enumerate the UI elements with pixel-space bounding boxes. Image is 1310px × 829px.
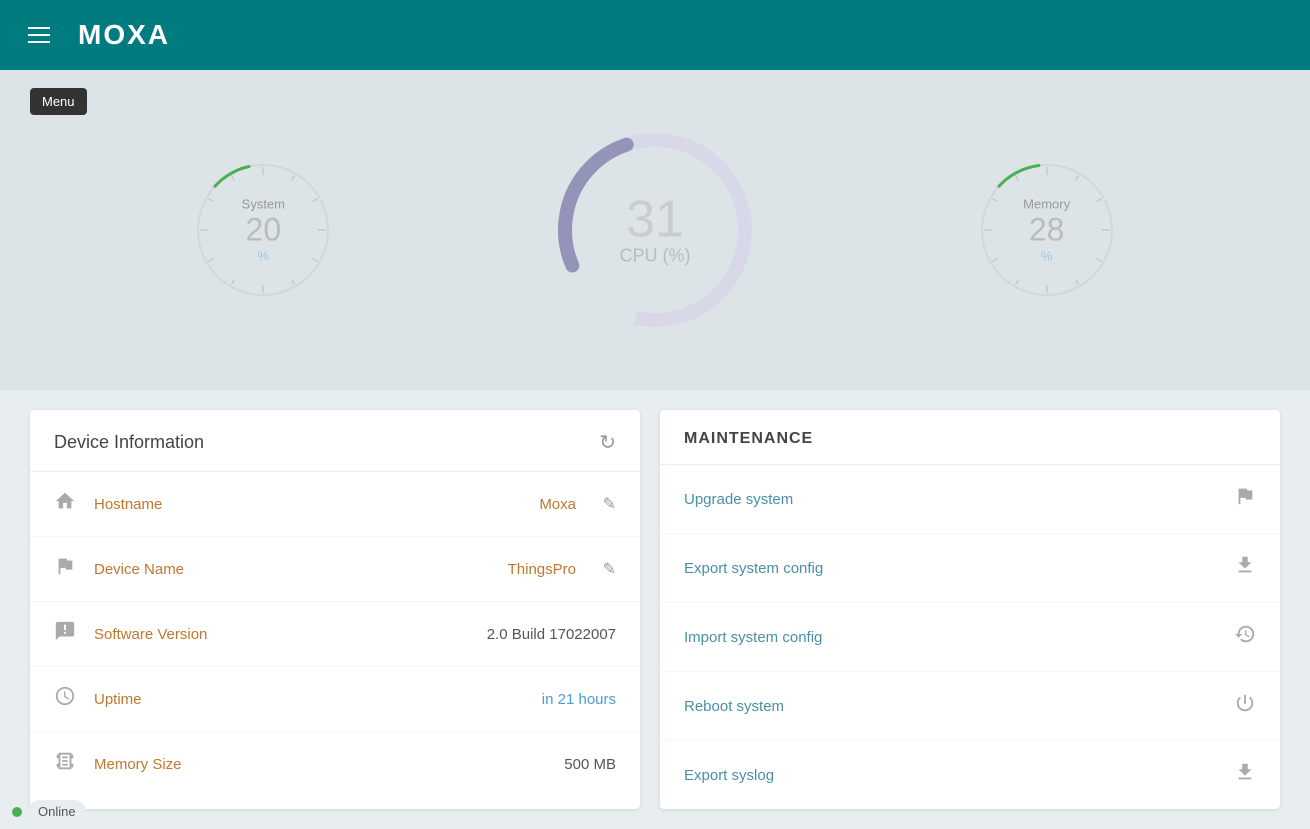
uptime-value: in 21 hours — [274, 691, 616, 708]
export-config-item[interactable]: Export system config — [660, 534, 1280, 603]
device-card-header: Device Information ↻ — [30, 410, 640, 472]
status-dot — [12, 807, 22, 817]
gauges-section: System 20 % 31 CPU (%) — [0, 70, 1310, 390]
cpu-gauge-title: CPU (%) — [619, 246, 690, 267]
software-version-row: Software Version 2.0 Build 17022007 — [30, 602, 640, 667]
memory-size-label: Memory Size — [94, 756, 274, 773]
main-content: Device Information ↻ Hostname Moxa ✎ Dev… — [0, 390, 1310, 829]
reboot-system-icon — [1234, 692, 1256, 720]
status-label: Online — [28, 800, 86, 823]
system-gauge-title: System — [242, 197, 285, 212]
software-version-icon — [54, 620, 94, 648]
memory-gauge-labels: Memory 28 % — [1023, 197, 1070, 264]
uptime-row: Uptime in 21 hours — [30, 667, 640, 732]
device-name-icon — [54, 555, 94, 583]
cpu-gauge-value: 31 — [619, 194, 690, 246]
memory-size-value: 500 MB — [274, 756, 616, 773]
cpu-gauge-labels: 31 CPU (%) — [619, 194, 690, 267]
device-name-row: Device Name ThingsPro ✎ — [30, 537, 640, 602]
upgrade-system-label: Upgrade system — [684, 491, 793, 508]
import-config-icon — [1234, 623, 1256, 651]
cpu-gauge: 31 CPU (%) — [545, 120, 765, 340]
export-syslog-item[interactable]: Export syslog — [660, 741, 1280, 809]
upgrade-system-icon — [1234, 485, 1256, 513]
reboot-system-label: Reboot system — [684, 698, 784, 715]
hostname-edit-icon[interactable]: ✎ — [586, 494, 616, 514]
software-version-value: 2.0 Build 17022007 — [274, 626, 616, 643]
hostname-value: Moxa — [274, 496, 576, 513]
uptime-label: Uptime — [94, 691, 274, 708]
header: MOXA — [0, 0, 1310, 70]
export-syslog-label: Export syslog — [684, 767, 774, 784]
memory-gauge-value: 28 — [1023, 212, 1070, 249]
device-refresh-icon[interactable]: ↻ — [599, 430, 616, 455]
export-config-icon — [1234, 554, 1256, 582]
hostname-label: Hostname — [94, 496, 274, 513]
memory-size-icon — [54, 750, 94, 778]
hamburger-menu[interactable] — [20, 19, 58, 51]
menu-tooltip: Menu — [30, 88, 87, 115]
system-gauge-unit: % — [242, 249, 285, 264]
system-gauge: System 20 % — [178, 145, 348, 315]
hostname-icon — [54, 490, 94, 518]
hostname-row: Hostname Moxa ✎ — [30, 472, 640, 537]
memory-size-row: Memory Size 500 MB — [30, 732, 640, 796]
memory-gauge-unit: % — [1023, 249, 1070, 264]
device-name-value: ThingsPro — [274, 561, 576, 578]
status-bar: Online — [0, 794, 98, 829]
device-name-edit-icon[interactable]: ✎ — [586, 559, 616, 579]
export-config-label: Export system config — [684, 560, 823, 577]
device-card-title: Device Information — [54, 432, 204, 453]
system-gauge-value: 20 — [242, 212, 285, 249]
logo: MOXA — [78, 19, 170, 51]
maintenance-card: MAINTENANCE Upgrade system Export system… — [660, 410, 1280, 809]
import-config-item[interactable]: Import system config — [660, 603, 1280, 672]
maintenance-card-header: MAINTENANCE — [660, 410, 1280, 465]
export-syslog-icon — [1234, 761, 1256, 789]
device-name-label: Device Name — [94, 561, 274, 578]
memory-gauge: Memory 28 % — [962, 145, 1132, 315]
import-config-label: Import system config — [684, 629, 822, 646]
system-gauge-labels: System 20 % — [242, 197, 285, 264]
maintenance-title: MAINTENANCE — [684, 430, 813, 448]
reboot-system-item[interactable]: Reboot system — [660, 672, 1280, 741]
software-version-label: Software Version — [94, 626, 274, 643]
memory-gauge-title: Memory — [1023, 197, 1070, 212]
device-information-card: Device Information ↻ Hostname Moxa ✎ Dev… — [30, 410, 640, 809]
upgrade-system-item[interactable]: Upgrade system — [660, 465, 1280, 534]
uptime-icon — [54, 685, 94, 713]
